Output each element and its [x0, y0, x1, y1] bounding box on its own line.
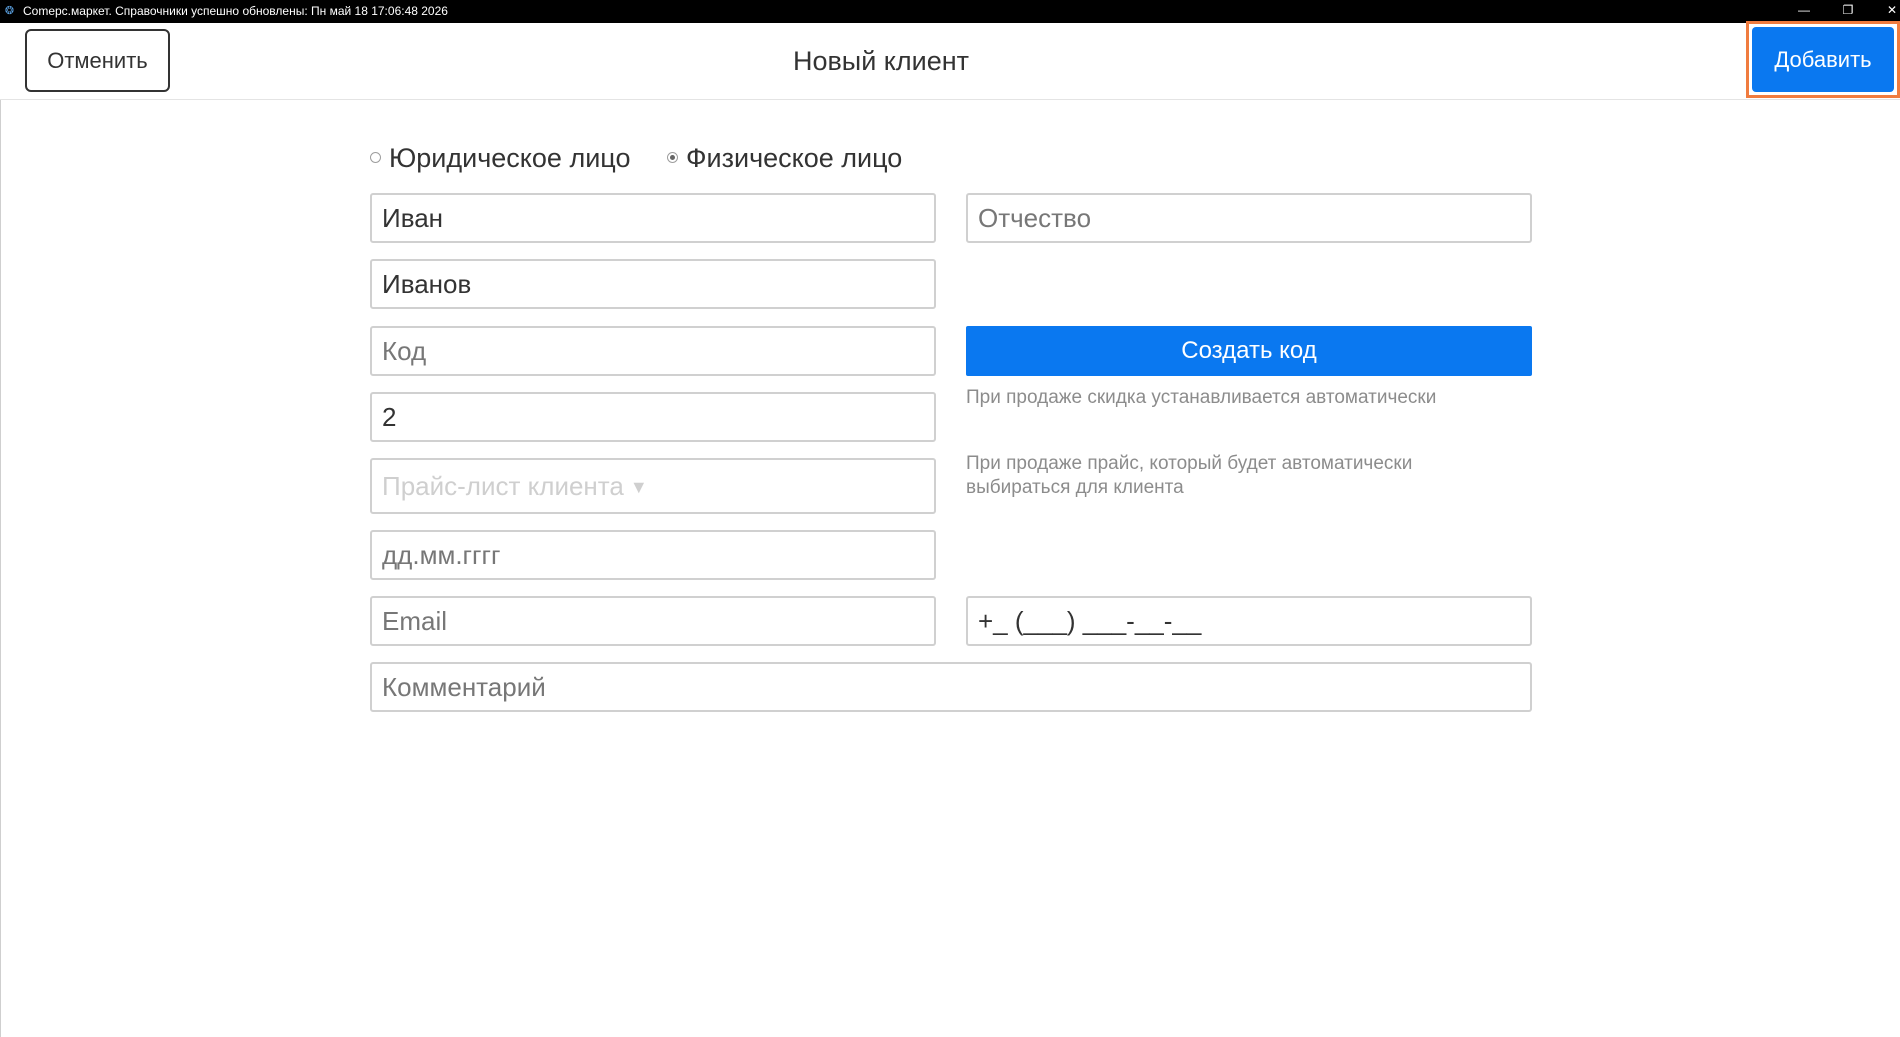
add-button-highlight: Добавить [1746, 21, 1900, 98]
window-title: Comepc.маркет. Справочники успешно обнов… [23, 4, 448, 18]
window-titlebar: ❂ Comepc.маркет. Справочники успешно обн… [0, 0, 1900, 23]
cancel-button[interactable]: Отменить [25, 29, 170, 92]
price-list-placeholder: Прайс-лист клиента [382, 471, 624, 501]
radio-legal-entity-circle[interactable] [370, 152, 381, 164]
radio-legal-entity-label: Юридическое лицо [389, 143, 631, 173]
phone-field[interactable]: +_ (___) ___-__-__ [966, 596, 1532, 646]
restore-icon[interactable]: ❐ [1826, 0, 1870, 23]
first-name-field[interactable]: Иван [370, 193, 936, 243]
app-icon: ❂ [4, 5, 15, 17]
chevron-down-icon: ▼ [629, 477, 648, 497]
email-field[interactable]: Email [370, 596, 936, 646]
discount-field[interactable]: 2 [370, 392, 936, 442]
last-name-field[interactable]: Иванов [370, 259, 936, 309]
patronymic-field[interactable]: Отчество [966, 193, 1532, 243]
form-header: Отменить Новый клиент Добавить [0, 21, 1900, 100]
code-field[interactable]: Код [370, 326, 936, 376]
radio-individual-label: Физическое лицо [686, 143, 903, 173]
radio-individual-circle[interactable] [667, 152, 678, 164]
radio-legal-entity[interactable]: Юридическое лицо [370, 140, 630, 176]
minimize-icon[interactable]: — [1782, 0, 1826, 23]
radio-individual[interactable]: Физическое лицо [667, 140, 902, 176]
add-button[interactable]: Добавить [1752, 27, 1894, 92]
left-border [0, 100, 1, 1037]
price-list-hint: При продаже прайс, который будет автомат… [966, 453, 1413, 498]
birth-date-field[interactable]: дд.мм.гггг [370, 530, 936, 580]
page-title: Новый клиент [792, 46, 970, 76]
discount-hint: При продаже скидка устанавливается автом… [966, 387, 1437, 408]
price-list-select[interactable]: Прайс-лист клиента ▼ [370, 458, 936, 514]
close-icon[interactable]: ✕ [1870, 0, 1900, 23]
comment-field[interactable]: Комментарий [370, 662, 1532, 712]
create-code-button[interactable]: Создать код [966, 326, 1532, 376]
